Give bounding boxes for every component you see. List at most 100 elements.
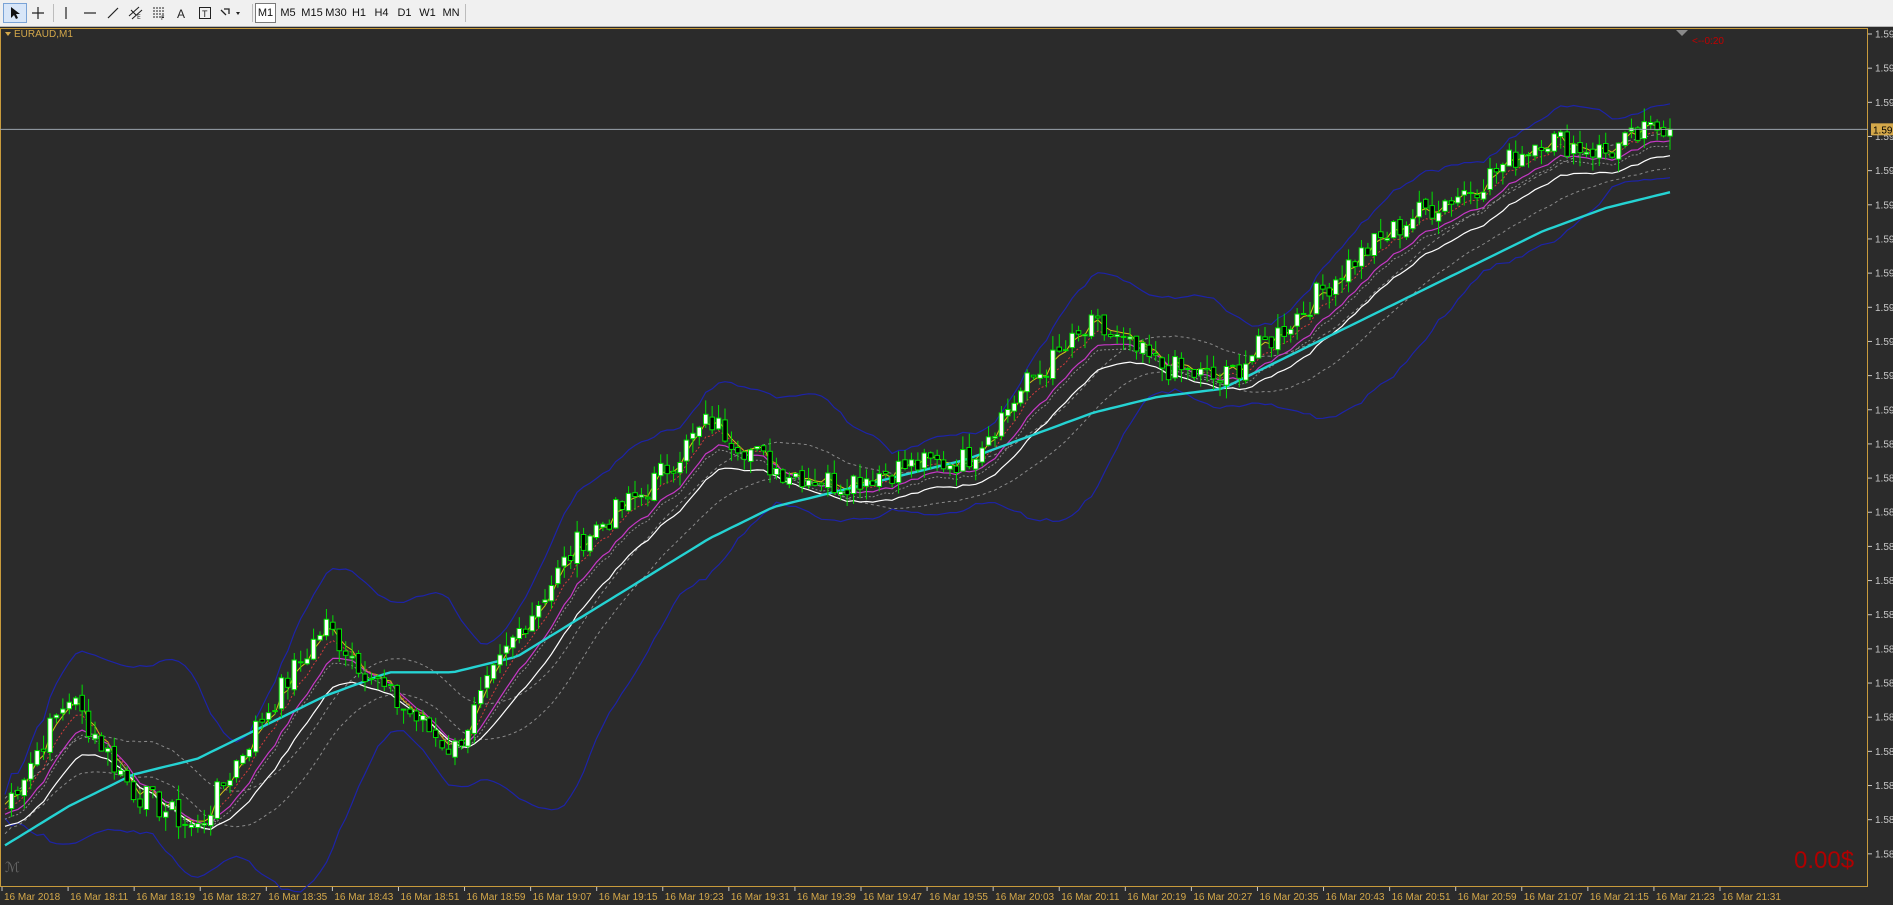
price-label: 1.58 [1875, 474, 1893, 485]
candle-body [812, 482, 818, 486]
timeframe-m5[interactable]: M5 [277, 3, 299, 23]
candle-body [670, 470, 677, 474]
time-label: 16 Mar 20:51 [1392, 892, 1451, 903]
horizontal-line-icon[interactable] [78, 3, 102, 23]
candle-body [651, 472, 657, 501]
candle [413, 707, 420, 732]
timeframe-d1[interactable]: D1 [393, 3, 416, 23]
timeframe-w1[interactable]: W1 [416, 3, 439, 23]
candle-body [1307, 314, 1313, 317]
candle-body [484, 675, 490, 689]
candle [426, 716, 432, 733]
candle-body [21, 779, 27, 797]
time-label: 16 Mar 19:39 [797, 892, 856, 903]
candle [21, 777, 27, 809]
candle-body [124, 770, 130, 783]
timeframe-m1[interactable]: M1 [255, 3, 276, 23]
timeframe-m15[interactable]: M15 [300, 3, 324, 23]
candle-body [60, 708, 66, 714]
candle-body [1365, 247, 1371, 256]
candle [696, 425, 702, 446]
price-label: 1.59 [1875, 303, 1893, 314]
time-label: 16 Mar 20:27 [1193, 892, 1252, 903]
candle-body [690, 432, 696, 440]
candle [220, 782, 227, 790]
candle [606, 519, 612, 531]
trendline-icon[interactable] [101, 3, 125, 23]
text-icon[interactable]: A [170, 3, 194, 23]
candle [163, 802, 169, 831]
candle-body [1390, 221, 1397, 239]
equidistant-channel-icon[interactable]: E [124, 3, 148, 23]
timeframe-mn[interactable]: MN [439, 3, 463, 23]
candle [1018, 387, 1024, 407]
candle-body [953, 465, 960, 474]
candle [831, 460, 837, 495]
candle [1313, 281, 1320, 315]
candle [1255, 328, 1262, 359]
timeframe-h1[interactable]: H1 [348, 3, 370, 23]
candle [1603, 132, 1609, 160]
text-label-icon[interactable]: T [193, 3, 217, 23]
candle-body [478, 690, 484, 705]
chart-canvas[interactable]: 1.59 1.59 1.59 1.59 1.59 1.59 1.59 1.59 1.59 1.59… [0, 27, 1893, 905]
candle [111, 737, 117, 780]
candle [1648, 115, 1654, 131]
candle [1577, 130, 1583, 167]
time-label: 16 Mar 18:35 [268, 892, 327, 903]
candle-body [8, 792, 15, 810]
time-label: 16 Mar 20:03 [995, 892, 1054, 903]
timeframe-m30[interactable]: M30 [324, 3, 348, 23]
candle-body [1596, 144, 1602, 159]
candle [452, 737, 458, 766]
candle-body [1204, 368, 1210, 371]
candle [1223, 359, 1230, 399]
svg-text:E: E [137, 14, 141, 20]
timeframe-h4[interactable]: H4 [370, 3, 393, 23]
candle-body [368, 678, 375, 681]
candle [1506, 143, 1512, 167]
candle-body [625, 492, 632, 512]
candle-body [1178, 357, 1185, 371]
candle [214, 778, 220, 821]
fibonacci-icon[interactable]: F [147, 3, 171, 23]
candle-body [1146, 344, 1152, 357]
candle-body [510, 636, 516, 649]
candle-body [381, 677, 387, 687]
candle-body [1442, 200, 1448, 212]
time-label: 16 Mar 18:43 [334, 892, 393, 903]
candle-body [1313, 282, 1320, 315]
candle-body [1101, 314, 1107, 336]
candle-body [1429, 205, 1435, 219]
candle-body [388, 684, 394, 687]
candle-body [555, 567, 561, 585]
candle-body [902, 459, 908, 469]
candle-body [940, 459, 947, 470]
candle-body [1217, 380, 1223, 383]
candle-body [638, 494, 645, 498]
price-label: 1.59 [1875, 200, 1893, 211]
candle-body [349, 655, 355, 659]
candle-body [1564, 131, 1570, 157]
candle-body [632, 492, 638, 498]
candle-body [246, 748, 252, 758]
candle [619, 500, 625, 518]
candle [394, 684, 400, 715]
candle [1596, 134, 1602, 167]
candle [812, 468, 818, 487]
price-label: 1.58 [1875, 781, 1893, 792]
candle-body [535, 605, 542, 618]
crosshair-icon[interactable] [26, 3, 50, 23]
candle [1519, 145, 1525, 167]
candle-body [400, 708, 407, 711]
vertical-line-icon[interactable] [54, 3, 78, 23]
candle [1442, 198, 1448, 215]
candle-body [992, 436, 998, 439]
cursor-icon[interactable] [3, 3, 27, 23]
candle-body [703, 413, 709, 425]
candle-body [118, 769, 124, 776]
candle-body [375, 676, 381, 679]
candle-body [1648, 122, 1654, 126]
price-chart[interactable]: 1.59 1.59 1.59 1.59 1.59 1.59 1.59 1.59 1.59 1.59… [0, 27, 1893, 905]
arrows-icon[interactable] [218, 3, 244, 23]
